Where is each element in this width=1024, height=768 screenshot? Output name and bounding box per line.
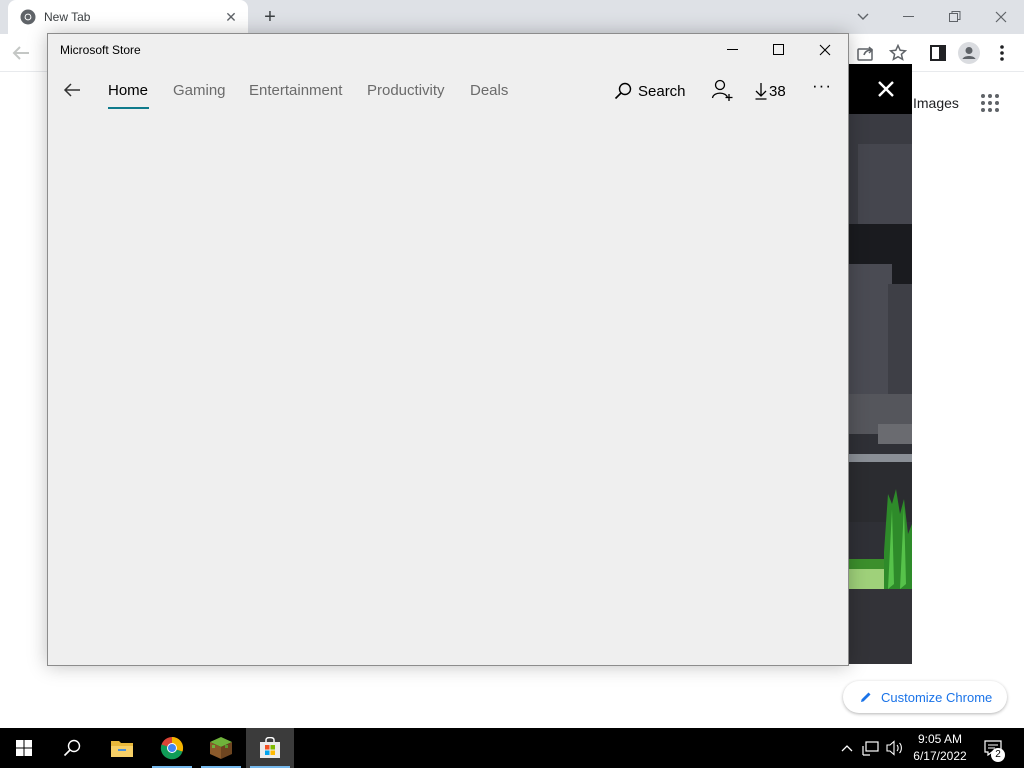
start-button[interactable] [0,728,48,768]
downloads-button[interactable]: 38 [755,80,786,102]
profile-avatar-icon[interactable] [958,42,980,64]
account-add-icon[interactable] [710,78,734,102]
chrome-minimize-button[interactable] [886,4,932,30]
back-arrow-icon[interactable] [10,42,32,64]
tab-new-tab[interactable]: New Tab ✕ [8,0,248,34]
chrome-tab-strip: New Tab ✕ + [0,0,1024,34]
microsoft-store-icon [260,737,280,758]
images-link[interactable]: Images [913,95,959,111]
search-icon [614,82,632,100]
chrome-restore-button[interactable] [932,4,978,30]
file-explorer-icon [111,741,133,757]
store-window-title: Microsoft Store [60,43,141,57]
chrome-tab-search-icon[interactable] [840,4,886,30]
taskbar-minecraft[interactable] [197,728,245,768]
side-panel-icon[interactable] [927,42,949,64]
search-icon [63,739,81,757]
viewer-close-icon[interactable] [873,76,899,102]
store-maximize-button[interactable] [756,34,802,66]
network-icon[interactable] [861,738,881,758]
store-back-arrow-icon[interactable] [62,80,82,100]
nav-entertainment[interactable]: Entertainment [249,82,342,99]
minecraft-screenshot-image [848,114,912,664]
share-icon[interactable] [855,42,877,64]
bookmark-star-icon[interactable] [887,42,909,64]
store-search-label: Search [638,82,686,100]
taskbar-chrome[interactable] [148,728,196,768]
system-clock[interactable]: 9:05 AM 6/17/2022 [908,731,972,765]
volume-icon[interactable] [885,738,905,758]
store-search-button[interactable]: Search [614,80,686,102]
tab-close-icon[interactable]: ✕ [222,8,240,26]
customize-chrome-label: Customize Chrome [881,689,993,705]
nav-home[interactable]: Home [108,82,148,99]
clock-time: 9:05 AM [917,732,963,746]
taskbar-search-button[interactable] [48,728,96,768]
chrome-icon [160,736,184,760]
pencil-icon [861,692,871,702]
minecraft-icon [210,737,232,759]
show-hidden-icons-chevron-icon[interactable] [837,738,857,758]
google-apps-icon[interactable] [980,93,1000,113]
download-arrow-icon [755,83,767,100]
tab-title: New Tab [44,10,91,24]
new-tab-button[interactable]: + [258,6,282,30]
taskbar-file-explorer[interactable] [98,728,146,768]
chrome-close-button[interactable] [978,4,1024,30]
nav-deals[interactable]: Deals [470,82,508,99]
notification-count-badge: 2 [991,748,1005,762]
windows-logo-icon [16,740,32,756]
taskbar-microsoft-store[interactable] [246,728,294,768]
nav-productivity[interactable]: Productivity [367,82,445,99]
chrome-favicon-icon [20,9,36,25]
store-close-button[interactable] [802,34,848,66]
download-count: 38 [769,82,786,100]
nav-active-indicator [108,107,149,109]
chrome-menu-icon[interactable] [991,42,1013,64]
store-minimize-button[interactable] [710,34,756,66]
microsoft-store-window: Microsoft Store Home Gaming Entertainmen… [47,33,849,666]
nav-gaming[interactable]: Gaming [173,82,226,99]
clock-date: 6/17/2022 [913,749,967,763]
more-options-icon[interactable]: ··· [812,76,832,96]
customize-chrome-button[interactable]: Customize Chrome [843,681,1007,713]
